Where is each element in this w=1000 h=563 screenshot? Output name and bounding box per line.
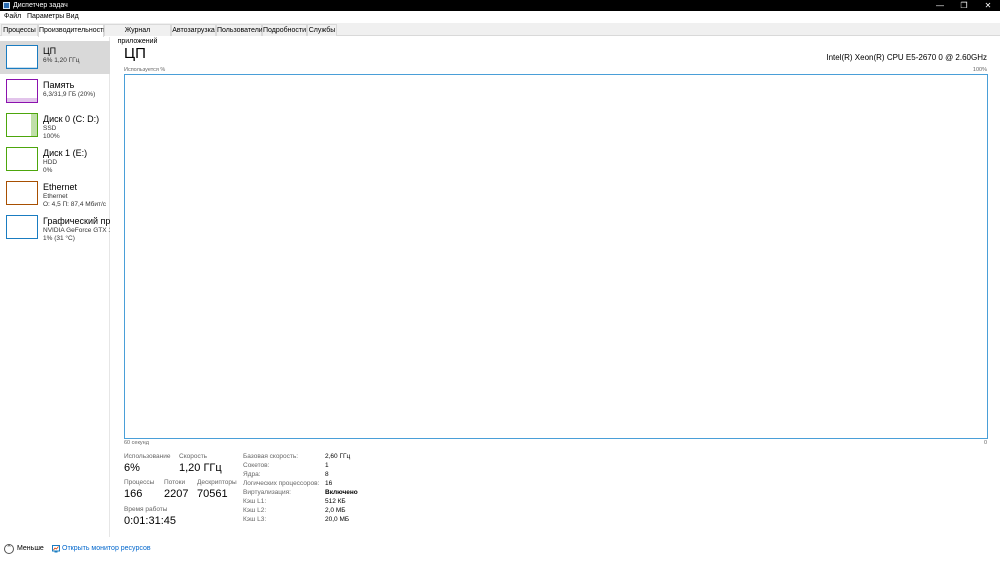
- resource-monitor-icon[interactable]: [52, 545, 60, 553]
- speed-label: Скорость: [179, 453, 208, 460]
- graph-y-max: 100%: [972, 67, 987, 73]
- collapse-icon[interactable]: ⌃: [4, 544, 14, 554]
- sidebar-item-detail: NVIDIA GeForce GTX 1660: [43, 227, 110, 234]
- sidebar-item-name: Графический процессор 0: [43, 216, 110, 226]
- cpu-usage-graph: [124, 74, 988, 439]
- graph-time-right: 0: [983, 440, 987, 446]
- cores-value: 8: [325, 471, 329, 478]
- base-speed-label: Базовая скорость:: [243, 453, 299, 460]
- task-manager-icon: [3, 2, 10, 9]
- sidebar-item-gpu[interactable]: Графический процессор 0 NVIDIA GeForce G…: [0, 211, 110, 244]
- title-bar: Диспетчер задач — ❐ ✕: [0, 0, 1000, 11]
- cpu-thumbnail: [6, 45, 38, 69]
- tab-details[interactable]: Подробности: [262, 24, 307, 36]
- ethernet-thumbnail: [6, 181, 38, 205]
- handles-value: 70561: [197, 488, 228, 500]
- sockets-value: 1: [325, 462, 329, 469]
- sidebar-item-value: О: 4,5 П: 87,4 Мбит/с: [43, 201, 107, 208]
- memory-thumbnail: [6, 79, 38, 103]
- l2-cache-value: 2,0 МБ: [325, 507, 346, 514]
- minimize-button[interactable]: —: [928, 0, 952, 11]
- base-speed-value: 2,60 ГГц: [325, 453, 351, 460]
- tab-app-history[interactable]: Журнал приложений: [104, 24, 171, 45]
- sidebar-item-value: 1% (31 °C): [43, 235, 75, 242]
- l3-cache-label: Кэш L3:: [243, 516, 267, 523]
- threads-label: Потоки: [164, 479, 186, 486]
- fewer-details-button[interactable]: Меньше: [17, 545, 44, 552]
- virtualization-value: Включено: [325, 489, 358, 496]
- sidebar-item-detail: Ethernet: [43, 193, 68, 200]
- sidebar-item-name: Память: [43, 80, 75, 90]
- sidebar-item-name: Диск 0 (C: D:): [43, 114, 100, 124]
- sidebar-item-disk-0[interactable]: Диск 0 (C: D:) SSD 100%: [0, 109, 110, 142]
- maximize-button[interactable]: ❐: [952, 0, 976, 11]
- sockets-label: Сокетов:: [243, 462, 270, 469]
- graph-y-label: Используется %: [124, 67, 166, 73]
- l1-cache-value: 512 КБ: [325, 498, 346, 505]
- sidebar-item-disk-1[interactable]: Диск 1 (E:) HDD 0%: [0, 143, 110, 176]
- disk-0-thumbnail: [6, 113, 38, 137]
- page-title: ЦП: [124, 45, 146, 62]
- sidebar-item-name: Диск 1 (E:): [43, 148, 88, 158]
- sidebar-item-detail: SSD: [43, 125, 57, 132]
- cores-label: Ядра:: [243, 471, 261, 478]
- l3-cache-value: 20,0 МБ: [325, 516, 350, 523]
- sidebar-item-memory[interactable]: Память 6,3/31,9 ГБ (20%): [0, 75, 110, 108]
- tab-startup[interactable]: Автозагрузка: [171, 24, 216, 36]
- virtualization-label: Виртуализация:: [243, 489, 291, 496]
- usage-label: Использование: [124, 453, 171, 460]
- l2-cache-label: Кэш L2:: [243, 507, 267, 514]
- processes-value: 166: [124, 488, 143, 500]
- sidebar-item-name: ЦП: [43, 46, 57, 56]
- cpu-model: Intel(R) Xeon(R) CPU E5-2670 0 @ 2.60GHz: [826, 53, 987, 62]
- cpu-panel: ЦП Intel(R) Xeon(R) CPU E5-2670 0 @ 2.60…: [110, 37, 1000, 537]
- menu-view[interactable]: Вид: [66, 13, 79, 21]
- tab-processes[interactable]: Процессы: [1, 24, 38, 36]
- threads-value: 2207: [164, 488, 189, 500]
- handles-label: Дескрипторы: [197, 479, 237, 486]
- menu-file[interactable]: Файл: [4, 13, 21, 21]
- sidebar-item-value: 100%: [43, 133, 60, 140]
- tab-bar: Процессы Производительность Журнал прило…: [0, 23, 1000, 45]
- l1-cache-label: Кэш L1:: [243, 498, 267, 505]
- tab-performance[interactable]: Производительность: [38, 24, 107, 37]
- logical-processors-value: 16: [325, 480, 333, 487]
- graph-time-left: 60 секунд: [124, 440, 149, 446]
- sidebar-item-name: Ethernet: [43, 182, 78, 192]
- logical-processors-label: Логических процессоров:: [243, 480, 320, 487]
- speed-value: 1,20 ГГц: [179, 462, 222, 474]
- gpu-thumbnail: [6, 215, 38, 239]
- usage-value: 6%: [124, 462, 140, 474]
- open-resource-monitor-link[interactable]: Открыть монитор ресурсов: [62, 545, 151, 552]
- footer-bar: ⌃ Меньше Открыть монитор ресурсов: [0, 542, 1000, 558]
- disk-1-thumbnail: [6, 147, 38, 171]
- uptime-value: 0:01:31:45: [124, 515, 176, 527]
- tab-services[interactable]: Службы: [307, 24, 337, 36]
- window-title: Диспетчер задач: [13, 2, 68, 9]
- tab-users[interactable]: Пользователи: [216, 24, 263, 36]
- sidebar-item-value: 0%: [43, 167, 53, 174]
- sidebar-item-detail: HDD: [43, 159, 58, 166]
- close-button[interactable]: ✕: [976, 0, 1000, 11]
- menu-options[interactable]: Параметры: [27, 13, 64, 21]
- uptime-label: Время работы: [124, 506, 168, 513]
- sidebar-item-detail: 6,3/31,9 ГБ (20%): [43, 91, 96, 98]
- resource-sidebar: ЦП 6% 1,20 ГГц Память 6,3/31,9 ГБ (20%) …: [0, 37, 110, 537]
- sidebar-item-detail: 6% 1,20 ГГц: [43, 57, 80, 64]
- sidebar-item-cpu[interactable]: ЦП 6% 1,20 ГГц: [0, 41, 110, 74]
- sidebar-item-ethernet[interactable]: Ethernet Ethernet О: 4,5 П: 87,4 Мбит/с: [0, 177, 110, 210]
- menu-bar: Файл Параметры Вид: [0, 11, 1000, 23]
- processes-label: Процессы: [124, 479, 155, 486]
